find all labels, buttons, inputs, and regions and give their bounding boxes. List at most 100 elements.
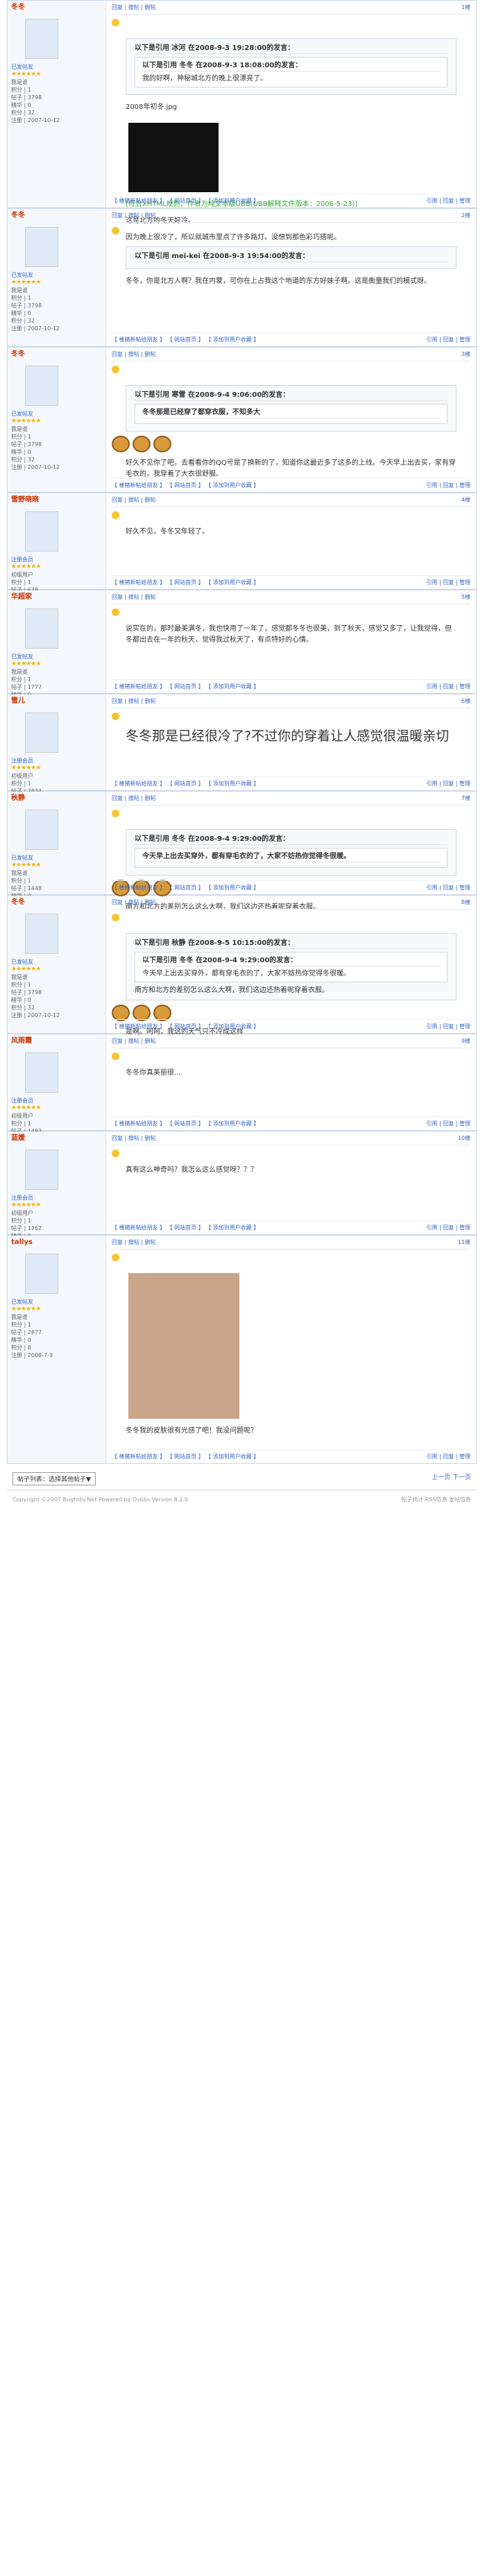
post-tools[interactable]: 引用 | 回复 | 管理 bbox=[426, 197, 470, 205]
floor-number: 7楼 bbox=[461, 795, 470, 801]
post-actions[interactable]: 回复 | 搜帖 | 删帖 bbox=[112, 1134, 156, 1142]
smiley-icon bbox=[112, 366, 119, 373]
post-content: 回复 | 搜帖 | 删帖 7楼以下是引用 冬冬 在2008-9-4 9:29:00… bbox=[106, 792, 476, 911]
share-links[interactable]: 【 楼猪新帖给朋友 】 【 网站首页 】 【 添加到用户收藏 】 bbox=[112, 197, 259, 205]
user-stat: 积分 | 1 bbox=[11, 87, 31, 93]
avatar bbox=[25, 366, 58, 406]
quote-block: 以下是引用 冰河 在2008-9-3 19:28:00的发言： 以下是引用 冬冬 … bbox=[126, 38, 457, 95]
author-panel: 雪儿 注册会员 ★★★★★★ 初级用户积分 | 1帖子 | 2834精华 | 0… bbox=[8, 694, 106, 817]
post-actions[interactable]: 回复 | 搜帖 | 删帖 bbox=[112, 3, 156, 11]
user-group: 已发帖友 bbox=[11, 855, 33, 861]
post-tools[interactable]: 引用 | 回复 | 管理 bbox=[426, 1023, 470, 1030]
thread-jump-select[interactable]: 帖子列表：选择其他帖子▼ bbox=[12, 1472, 96, 1485]
username[interactable]: 冬冬 bbox=[11, 898, 102, 908]
author-panel: 冬冬 已发帖友 ★★★★★★ 我是谁 积分 | 1 帖子 | 3798 精华 | 0积… bbox=[8, 348, 106, 492]
photo-image[interactable] bbox=[128, 123, 219, 192]
username[interactable]: 蓝媛 bbox=[11, 1134, 102, 1144]
floor-number: 1楼 bbox=[461, 4, 470, 10]
rank-stars: ★★★★★★ bbox=[11, 1306, 41, 1313]
footer-links[interactable]: 帖子统计 RSS信息 发帖信息 bbox=[401, 1496, 471, 1504]
share-links[interactable]: 【 楼猪新帖给朋友 】 【 网站首页 】 【 添加到用户收藏 】 bbox=[112, 481, 259, 489]
user-tag: 我是谁 bbox=[11, 426, 28, 432]
rank-stars: ★★★★★★ bbox=[11, 418, 41, 425]
username[interactable]: 雪野晓晓 bbox=[11, 496, 102, 506]
user-stat: 注册 | 2007-10-12 bbox=[11, 1012, 60, 1018]
username[interactable]: 冬冬 bbox=[11, 3, 102, 13]
post-content: 回复 | 搜帖 | 删帖 10楼 真有这么神奇吗？我怎么这么感觉呀？？？ 【 楼猪新帖… bbox=[106, 1132, 476, 1234]
quote-block: 以下是引用 冬冬 在2008-9-4 9:29:00的发言： 今天早上出去买穿外，… bbox=[126, 829, 457, 876]
username[interactable]: 雪儿 bbox=[11, 697, 102, 707]
post-tools[interactable]: 引用 | 回复 | 管理 bbox=[426, 336, 470, 343]
post-actions[interactable]: 回复 | 搜帖 | 删帖 bbox=[112, 350, 156, 358]
rank-stars: ★★★★★★ bbox=[11, 71, 41, 78]
share-links[interactable]: 【 楼猪新帖给朋友 】 【 网站首页 】 【 添加到用户收藏 】 bbox=[112, 1224, 259, 1231]
post-actions[interactable]: 回复 | 搜帖 | 删帖 bbox=[112, 212, 156, 219]
user-group: 已发帖友 bbox=[11, 654, 33, 660]
post-actions[interactable]: 回复 | 搜帖 | 删帖 bbox=[112, 1037, 156, 1045]
user-stat: 精华 | 0 bbox=[11, 102, 31, 108]
rank-stars: ★★★★★★ bbox=[11, 1202, 41, 1209]
rank-stars: ★★★★★★ bbox=[11, 563, 41, 570]
username[interactable]: 风雨霞 bbox=[11, 1037, 102, 1047]
photo-image[interactable] bbox=[128, 1273, 239, 1419]
rank-stars: ★★★★★★ bbox=[11, 1104, 41, 1111]
nested-quote: 今天早上出去买穿外，都有穿毛衣的了，大家不妨热你觉得冬很暖。 bbox=[135, 848, 448, 868]
post-actions[interactable]: 回复 | 搜帖 | 删帖 bbox=[112, 593, 156, 601]
share-links[interactable]: 【 楼猪新帖给朋友 】 【 网站首页 】 【 添加到用户收藏 】 bbox=[112, 1453, 259, 1460]
user-stat: 积分 | 1 bbox=[11, 878, 31, 884]
post: 华超家 已发帖友 ★★★★★★ 我是谁积分 | 1帖子 | 1777精华 | 0… bbox=[7, 590, 477, 713]
username[interactable]: 秋静 bbox=[11, 794, 102, 804]
post-text: 冬冬那是已经很冷了?不过你的穿着让人感觉很温暖亲切 bbox=[126, 728, 450, 744]
username[interactable]: 华超家 bbox=[11, 593, 102, 603]
share-links[interactable]: 【 楼猪新帖给朋友 】 【 网站首页 】 【 添加到用户收藏 】 bbox=[112, 780, 259, 787]
monkey-emoticon bbox=[112, 436, 130, 452]
user-group: 注册会员 bbox=[11, 1098, 33, 1104]
user-stat: 积分 | 8 bbox=[11, 1345, 31, 1351]
pager[interactable]: 上一页 下一页 bbox=[432, 1472, 471, 1485]
post-tools[interactable]: 引用 | 回复 | 管理 bbox=[426, 481, 470, 489]
avatar bbox=[25, 713, 58, 753]
share-links[interactable]: 【 楼猪新帖给朋友 】 【 网站首页 】 【 添加到用户收藏 】 bbox=[112, 579, 259, 586]
floor-number: 5楼 bbox=[461, 594, 470, 600]
post-tools[interactable]: 引用 | 回复 | 管理 bbox=[426, 884, 470, 892]
username[interactable]: 冬冬 bbox=[11, 350, 102, 360]
attachment-name[interactable]: 2008年初冬.jpg bbox=[112, 99, 470, 116]
post-tools[interactable]: 引用 | 回复 | 管理 bbox=[426, 780, 470, 787]
nested-quote: 以下是引用 冬冬 在2008-9-3 18:08:00的发言： 我的好啊，神秘城北… bbox=[135, 57, 448, 87]
post-actions[interactable]: 回复 | 搜帖 | 删帖 bbox=[112, 1238, 156, 1246]
username[interactable]: 冬冬 bbox=[11, 212, 102, 221]
post-actions[interactable]: 回复 | 搜帖 | 删帖 bbox=[112, 794, 156, 802]
user-tag: 初级用户 bbox=[11, 572, 33, 578]
share-links[interactable]: 【 楼猪新帖给朋友 】 【 网站首页 】 【 添加到用户收藏 】 bbox=[112, 1023, 259, 1030]
user-stat: 积分 | 1 bbox=[11, 982, 31, 988]
share-links[interactable]: 【 楼猪新帖给朋友 】 【 网站首页 】 【 添加到用户收藏 】 bbox=[112, 683, 259, 690]
user-tag: 初级用户 bbox=[11, 1113, 33, 1119]
share-links[interactable]: 【 楼猪新帖给朋友 】 【 网站首页 】 【 添加到用户收藏 】 bbox=[112, 884, 259, 892]
share-links[interactable]: 【 楼猪新帖给朋友 】 【 网站首页 】 【 添加到用户收藏 】 bbox=[112, 1120, 259, 1127]
post-tools[interactable]: 引用 | 回复 | 管理 bbox=[426, 1120, 470, 1127]
author-panel: 冬冬 已发帖友 ★★★★★★ 我是谁 积分 | 1 帖子 | 3798 精华 | 0积… bbox=[8, 1, 106, 207]
post-tools[interactable]: 引用 | 回复 | 管理 bbox=[426, 1224, 470, 1231]
user-stat: 帖子 | 2877 bbox=[11, 1329, 42, 1336]
user-stat: 积分 | 1 bbox=[11, 295, 31, 301]
user-stat: 注册 | 2008-7-9 bbox=[11, 1352, 53, 1358]
post-tools[interactable]: 引用 | 回复 | 管理 bbox=[426, 579, 470, 586]
smiley-icon bbox=[112, 1254, 119, 1261]
post-tools[interactable]: 引用 | 回复 | 管理 bbox=[426, 683, 470, 690]
username[interactable]: tallys bbox=[11, 1238, 102, 1248]
post-actions[interactable]: 回复 | 搜帖 | 删帖 bbox=[112, 697, 156, 705]
user-stat: 帖子 | 3798 bbox=[11, 302, 42, 309]
floor-number: 3楼 bbox=[461, 351, 470, 357]
smiley-icon bbox=[112, 608, 119, 616]
post-actions[interactable]: 回复 | 搜帖 | 删帖 bbox=[112, 496, 156, 504]
user-group: 已发帖友 bbox=[11, 64, 33, 70]
post-tools[interactable]: 引用 | 回复 | 管理 bbox=[426, 1453, 470, 1460]
post-content: 回复 | 搜帖 | 删帖 4楼 好久不见，冬冬又年轻了。【 楼猪新帖给朋友 】 【 … bbox=[106, 493, 476, 589]
post: 蓝媛 注册会员 ★★★★★★ 初级用户积分 | 1帖子 | 1262精华 | 0… bbox=[7, 1131, 477, 1254]
user-stat: 帖子 | 3798 bbox=[11, 441, 42, 447]
smiley-icon bbox=[112, 19, 119, 26]
share-links[interactable]: 【 楼猪新帖给朋友 】 【 网站首页 】 【 添加到用户收藏 】 bbox=[112, 336, 259, 343]
post-actions[interactable]: 回复 | 搜帖 | 删帖 bbox=[112, 898, 156, 906]
post: 风雨霞 注册会员 ★★★★★★ 初级用户积分 | 1帖子 | 1493精华 | … bbox=[7, 1034, 477, 1157]
avatar bbox=[25, 1150, 58, 1190]
